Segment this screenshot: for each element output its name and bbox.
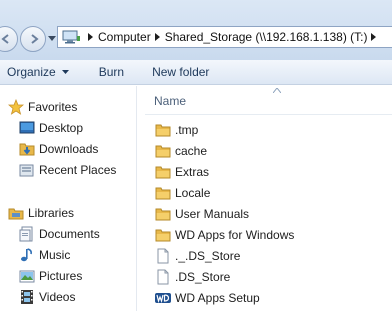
address-bar[interactable]: Computer Shared_Storage (\\192.168.1.138… — [57, 26, 392, 48]
folder-icon — [155, 227, 171, 243]
favorites-label: Favorites — [28, 100, 78, 114]
sidebar-item-desktop[interactable]: Desktop — [19, 120, 83, 136]
sidebar-item-label: Documents — [39, 227, 100, 241]
music-icon — [19, 247, 35, 263]
command-bar: Organize Burn New folder — [0, 60, 392, 85]
sidebar-item-pictures[interactable]: Pictures — [19, 268, 82, 284]
list-item[interactable]: ._.DS_Store — [155, 248, 240, 264]
file-name: WD Apps Setup — [175, 291, 260, 305]
wd-app-icon — [155, 290, 171, 306]
organize-label: Organize — [7, 65, 56, 79]
list-item[interactable]: .DS_Store — [155, 269, 230, 285]
libraries-label: Libraries — [28, 206, 75, 220]
folder-icon — [155, 185, 171, 201]
back-arrow-icon — [1, 34, 9, 44]
list-item[interactable]: Locale — [155, 185, 210, 201]
pictures-icon — [19, 268, 35, 284]
libraries-group[interactable]: Libraries — [8, 205, 74, 221]
recent-places-icon — [19, 162, 35, 178]
burn-button[interactable]: Burn — [99, 65, 124, 79]
sidebar-item-downloads[interactable]: Downloads — [19, 141, 98, 157]
sidebar-item-label: Recent Places — [39, 163, 117, 177]
sidebar-item-documents[interactable]: Documents — [19, 226, 100, 242]
file-icon — [155, 248, 171, 264]
file-name: WD Apps for Windows — [175, 228, 295, 242]
sidebar-item-music[interactable]: Music — [19, 247, 70, 263]
list-item[interactable]: .tmp — [155, 122, 198, 138]
file-icon — [155, 269, 171, 285]
sidebar-item-label: Desktop — [39, 121, 84, 135]
folder-icon — [155, 206, 171, 222]
videos-icon — [19, 289, 35, 305]
file-name: cache — [175, 144, 208, 158]
breadcrumb-separator-icon[interactable] — [151, 33, 165, 41]
file-name: Locale — [175, 186, 211, 200]
folder-icon — [155, 122, 171, 138]
sidebar-item-label: Downloads — [39, 142, 99, 156]
folder-icon — [155, 164, 171, 180]
favorites-group[interactable]: Favorites — [8, 99, 77, 115]
back-button[interactable] — [0, 26, 18, 52]
file-name: .DS_Store — [175, 270, 231, 284]
list-item[interactable]: WD Apps for Windows — [155, 227, 294, 243]
file-name: User Manuals — [175, 207, 250, 221]
sidebar-item-label: Pictures — [39, 269, 83, 283]
file-name: Extras — [175, 165, 210, 179]
folder-icon — [155, 143, 171, 159]
file-name: ._.DS_Store — [175, 249, 241, 263]
column-header-name[interactable]: Name — [154, 94, 186, 108]
list-item[interactable]: Extras — [155, 164, 209, 180]
sidebar-item-label: Music — [39, 248, 71, 262]
chevron-down-icon — [61, 70, 69, 74]
organize-button[interactable]: Organize — [7, 65, 69, 79]
forward-button[interactable] — [20, 26, 46, 52]
list-item[interactable]: WD Apps Setup — [155, 290, 260, 306]
sort-ascending-icon — [273, 88, 281, 93]
libraries-icon — [8, 205, 24, 221]
desktop-icon — [19, 120, 35, 136]
recent-pages-chevron-icon[interactable] — [48, 36, 56, 42]
forward-arrow-icon — [31, 34, 39, 44]
breadcrumb-computer[interactable]: Computer — [98, 30, 151, 44]
header-divider — [145, 114, 392, 115]
list-item[interactable]: cache — [155, 143, 207, 159]
sidebar-item-recent-places[interactable]: Recent Places — [19, 162, 116, 178]
star-icon — [8, 99, 24, 115]
new-folder-button[interactable]: New folder — [152, 65, 209, 79]
downloads-icon — [19, 141, 35, 157]
sidebar-item-videos[interactable]: Videos — [19, 289, 75, 305]
breadcrumb-shared-storage[interactable]: Shared_Storage (\\192.168.1.138) (T:) — [165, 30, 368, 44]
breadcrumb-separator-icon[interactable] — [84, 33, 98, 41]
documents-icon — [19, 226, 35, 242]
file-name: .tmp — [175, 123, 199, 137]
list-item[interactable]: User Manuals — [155, 206, 249, 222]
navigation-bar: Computer Shared_Storage (\\192.168.1.138… — [0, 0, 392, 60]
computer-icon — [58, 27, 84, 47]
sidebar-item-label: Videos — [39, 290, 76, 304]
breadcrumb-separator-icon[interactable] — [367, 33, 381, 41]
